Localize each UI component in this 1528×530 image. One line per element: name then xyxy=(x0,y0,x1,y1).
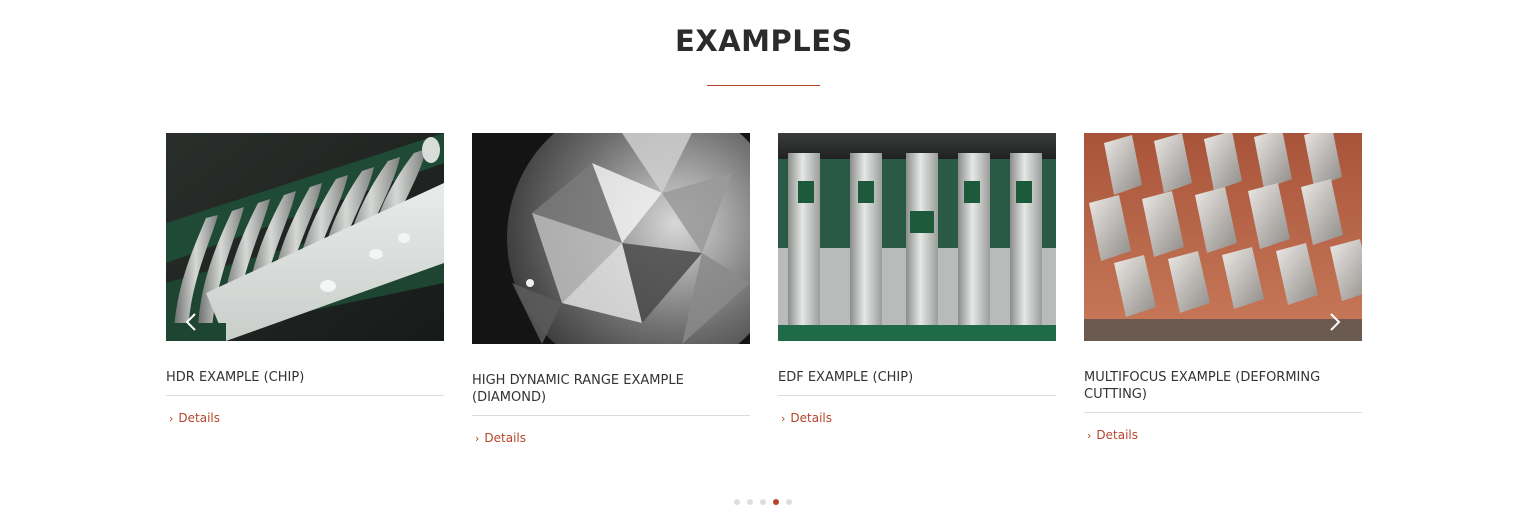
details-link[interactable]: › Details xyxy=(475,431,526,445)
card-image-deforming-cutting[interactable] xyxy=(1084,133,1362,341)
details-link[interactable]: › Details xyxy=(1087,428,1138,442)
card-title: MULTIFOCUS EXAMPLE (DEFORMING CUTTING) xyxy=(1084,369,1362,413)
carousel-next-button[interactable] xyxy=(1324,307,1346,337)
details-link-label: Details xyxy=(178,411,221,425)
carousel-dot-1[interactable] xyxy=(734,499,740,505)
card-image-diamond[interactable] xyxy=(472,133,750,344)
carousel-pagination xyxy=(734,499,792,505)
details-link-label: Details xyxy=(790,411,833,425)
chevron-left-icon xyxy=(185,313,196,331)
heading-underline xyxy=(707,85,820,86)
card-title: HDR EXAMPLE (CHIP) xyxy=(166,369,444,396)
carousel-prev-button[interactable] xyxy=(180,307,202,337)
carousel-dot-2[interactable] xyxy=(747,499,753,505)
card-image-chip-edf[interactable] xyxy=(778,133,1056,341)
carousel-dot-4[interactable] xyxy=(773,499,779,505)
example-card-edf-chip[interactable]: EDF EXAMPLE (CHIP) › Details xyxy=(778,133,1056,427)
details-link-label: Details xyxy=(484,431,527,445)
section-heading: EXAMPLES xyxy=(675,24,853,58)
chevron-right-icon xyxy=(1330,313,1341,331)
carousel-dot-3[interactable] xyxy=(760,499,766,505)
chevron-right-icon: › xyxy=(781,411,786,425)
chevron-right-icon: › xyxy=(169,411,174,425)
example-card-hdr-chip[interactable]: HDR EXAMPLE (CHIP) › Details xyxy=(166,133,444,427)
details-link[interactable]: › Details xyxy=(781,411,832,425)
details-link[interactable]: › Details xyxy=(169,411,220,425)
carousel-dot-5[interactable] xyxy=(786,499,792,505)
card-title: HIGH DYNAMIC RANGE EXAMPLE (DIAMOND) xyxy=(472,372,750,416)
details-link-label: Details xyxy=(1096,428,1139,442)
chevron-right-icon: › xyxy=(1087,428,1092,442)
chevron-right-icon: › xyxy=(475,431,480,445)
card-title: EDF EXAMPLE (CHIP) xyxy=(778,369,1056,396)
card-image-chip-hdr[interactable] xyxy=(166,133,444,341)
example-card-deforming-cutting[interactable]: MULTIFOCUS EXAMPLE (DEFORMING CUTTING) ›… xyxy=(1084,133,1362,444)
example-card-diamond[interactable]: HIGH DYNAMIC RANGE EXAMPLE (DIAMOND) › D… xyxy=(472,133,750,447)
